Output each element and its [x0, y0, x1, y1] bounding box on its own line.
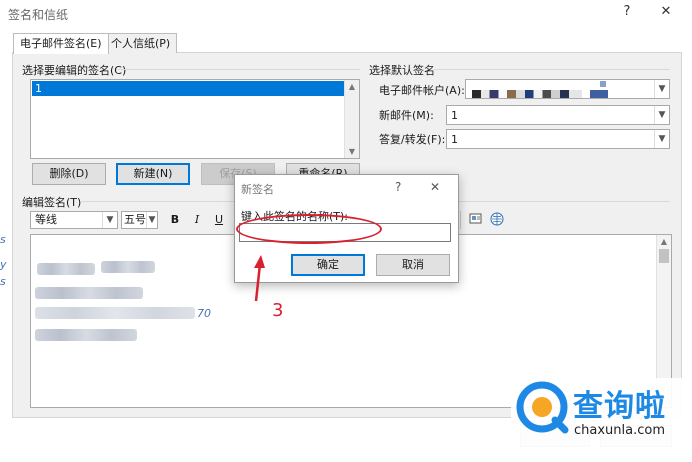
close-button[interactable]: ✕: [657, 4, 675, 19]
scroll-thumb[interactable]: [659, 249, 669, 263]
chevron-down-icon[interactable]: ▼: [654, 80, 669, 98]
new-message-select[interactable]: 1 ▼: [446, 105, 670, 125]
tab-email-signature[interactable]: 电子邮件签名(E): [13, 33, 109, 54]
chevron-down-icon[interactable]: ▼: [654, 130, 669, 148]
delete-button[interactable]: 删除(D): [32, 163, 106, 185]
account-pixelated: [590, 90, 608, 98]
font-value: 等线: [35, 213, 57, 226]
annotation-arrow-icon: [254, 255, 265, 302]
list-scrollbar[interactable]: ▲ ▼: [344, 80, 359, 158]
new-message-value: 1: [451, 109, 458, 122]
reply-forward-value: 1: [451, 133, 458, 146]
watermark-brand: 查询啦: [573, 389, 666, 424]
scroll-up-icon[interactable]: ▲: [657, 237, 671, 246]
toolbar-separator: [460, 211, 461, 229]
modal-cancel-button[interactable]: 取消: [376, 254, 450, 276]
blurred-text: [101, 261, 155, 273]
magnifier-logo-icon: [516, 381, 569, 434]
blurred-text: [35, 329, 137, 341]
edit-signature-label: 编辑签名(T): [22, 196, 82, 209]
blurred-text: [35, 287, 143, 299]
account-pixelated: [600, 81, 606, 87]
account-label: 电子邮件帐户(A):: [379, 84, 465, 97]
divider: [434, 69, 670, 70]
divider: [118, 69, 360, 70]
watermark-domain: chaxunla.com: [574, 423, 665, 438]
modal-help-button[interactable]: ?: [395, 180, 401, 194]
annotation-number: 3: [272, 300, 284, 321]
underline-button[interactable]: U: [210, 211, 228, 229]
business-card-icon[interactable]: [468, 211, 484, 230]
chevron-down-icon[interactable]: ▼: [102, 212, 117, 228]
tab-personal-stationery[interactable]: 个人信纸(P): [104, 33, 178, 53]
modal-ok-button[interactable]: 确定: [291, 254, 365, 276]
blurred-text: [37, 263, 95, 275]
chevron-down-icon[interactable]: ▼: [146, 212, 157, 228]
default-signature-label: 选择默认签名: [369, 64, 435, 77]
bold-button[interactable]: B: [166, 211, 184, 229]
modal-title: 新签名: [241, 183, 274, 196]
reply-forward-label: 答复/转发(F):: [379, 133, 446, 146]
picture-icon[interactable]: [489, 211, 505, 230]
font-size-select[interactable]: 五号 ▼: [121, 211, 158, 229]
signature-list[interactable]: 1 ▲ ▼: [30, 79, 360, 159]
new-button[interactable]: 新建(N): [116, 163, 190, 185]
signature-fragment: 70: [197, 307, 211, 320]
italic-button[interactable]: I: [188, 211, 206, 229]
bg-glyph: y: [0, 258, 7, 271]
highlight-ellipse: [236, 214, 382, 244]
modal-close-button[interactable]: ✕: [430, 180, 440, 194]
select-signature-label: 选择要编辑的签名(C): [22, 64, 127, 77]
scroll-up-icon[interactable]: ▲: [345, 82, 359, 91]
bg-glyph: s: [0, 233, 6, 246]
reply-forward-select[interactable]: 1 ▼: [446, 129, 670, 149]
window-title: 签名和信纸: [8, 8, 69, 22]
blurred-text: [35, 307, 195, 319]
font-size-value: 五号: [124, 213, 146, 226]
new-message-label: 新邮件(M):: [379, 109, 434, 122]
signature-list-item[interactable]: 1: [32, 81, 347, 96]
chevron-down-icon[interactable]: ▼: [654, 106, 669, 124]
font-select[interactable]: 等线 ▼: [30, 211, 118, 229]
account-pixelated: [472, 90, 582, 98]
bg-glyph: s: [0, 275, 6, 288]
scroll-down-icon[interactable]: ▼: [345, 147, 359, 156]
account-select[interactable]: ▼: [465, 79, 670, 99]
help-button[interactable]: ?: [618, 4, 636, 19]
